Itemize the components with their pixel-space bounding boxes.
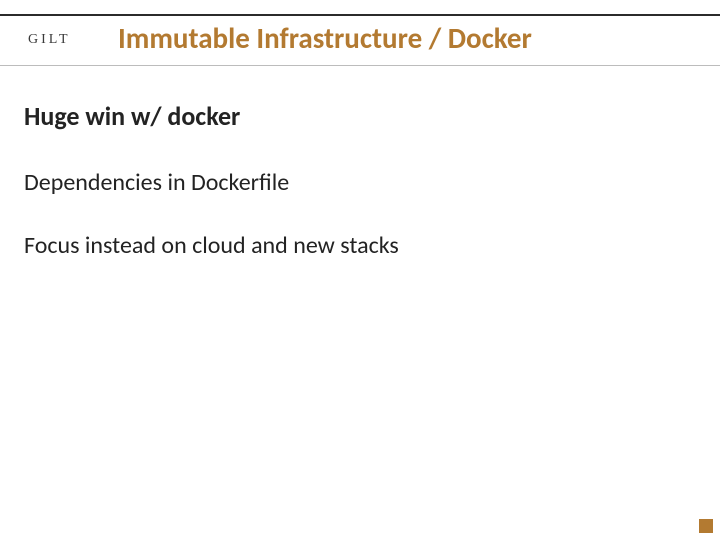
content-subheading: Huge win w/ docker — [24, 100, 696, 132]
slide-title: Immutable Infrastructure / Docker — [118, 20, 532, 56]
content-line: Focus instead on cloud and new stacks — [24, 231, 696, 260]
slide-content: Huge win w/ docker Dependencies in Docke… — [24, 100, 696, 294]
gilt-logo: GILT — [28, 32, 71, 48]
slide-header: GILT Immutable Infrastructure / Docker — [0, 14, 720, 66]
header-bottom-rule — [0, 65, 720, 66]
corner-accent-square — [699, 519, 713, 533]
content-line: Dependencies in Dockerfile — [24, 168, 696, 197]
header-top-rule — [0, 14, 720, 16]
